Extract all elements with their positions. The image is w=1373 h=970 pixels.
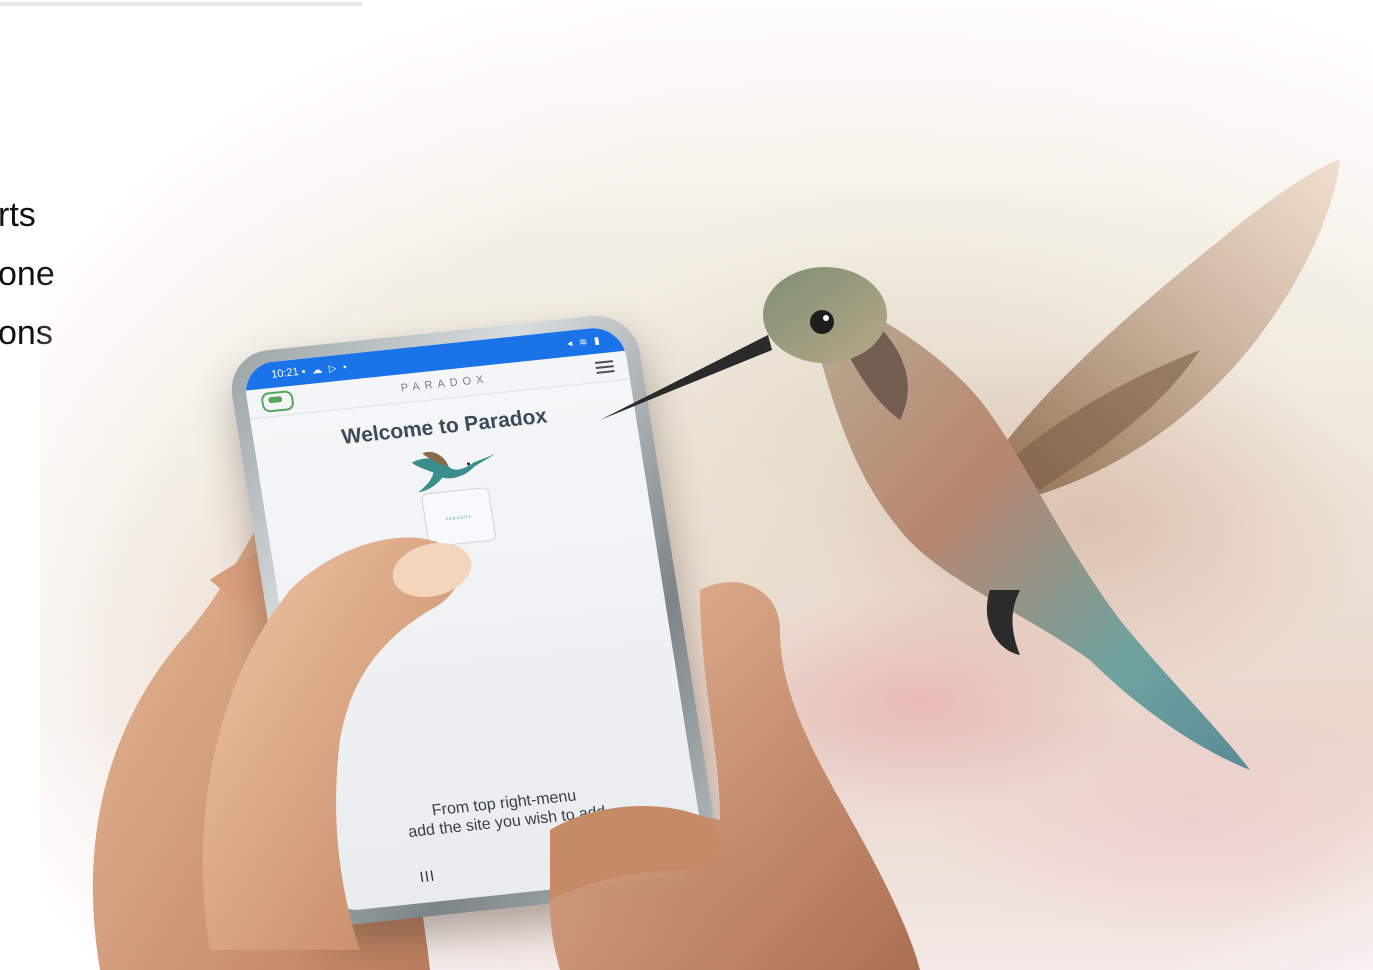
status-right-icons: ◂ ≋ ▮: [566, 334, 603, 350]
hummingbird-logo-icon: [411, 451, 496, 493]
app-brand-name: PARADOX: [399, 373, 490, 395]
app-logo-icon[interactable]: [260, 389, 296, 413]
status-time: 10:21: [270, 366, 300, 381]
status-left-icons: ▪ ☁ ▷ •: [301, 361, 350, 378]
hero-image: 10:21 ▪ ☁ ▷ • ◂ ≋ ▮ PARADOX Welcome to P…: [40, 0, 1373, 970]
device-tile-label: PARADOX: [445, 513, 473, 521]
left-thumb-illustration: [202, 537, 472, 950]
page: rts one ons 10:21 ▪ ☁ ▷ • ◂ ≋ ▮ PARADOX …: [0, 0, 1373, 970]
hummingbird-illustration: [600, 160, 1340, 770]
